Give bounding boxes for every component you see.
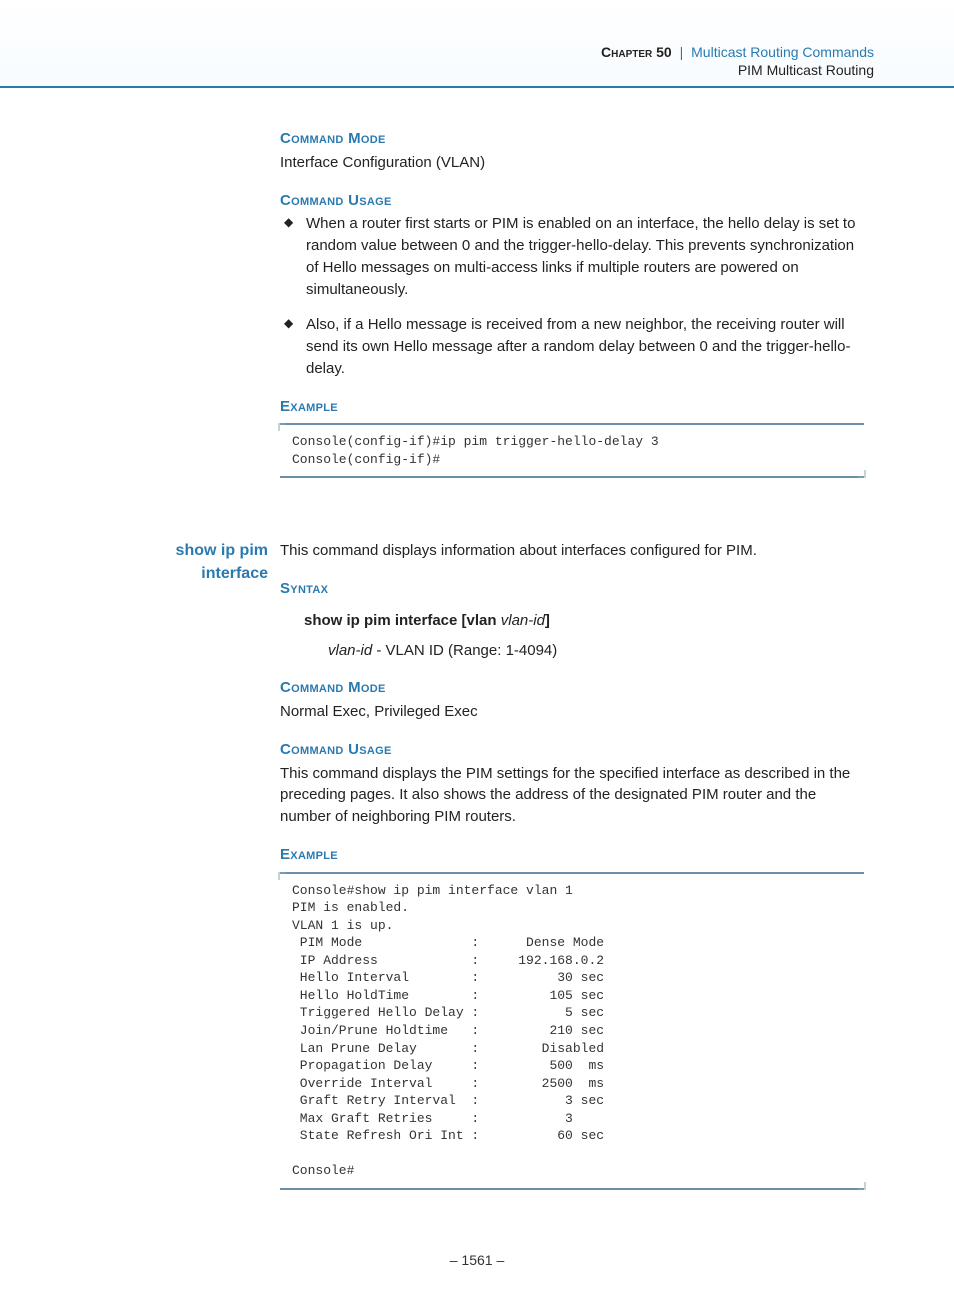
example-code-block: Console(config-if)#ip pim trigger-hello-… [280, 423, 864, 478]
syntax-sub-italic: vlan-id [328, 642, 372, 659]
heading-command-usage: Command Usage [280, 190, 864, 212]
command-name-line1: show ip pim [90, 540, 268, 562]
heading-syntax: Syntax [280, 578, 864, 600]
command-intro: This command displays information about … [280, 540, 864, 562]
usage-bullet-list: When a router first starts or PIM is ena… [280, 213, 864, 379]
page-content: Command Mode Interface Configuration (VL… [0, 88, 954, 1252]
usage-bullet: When a router first starts or PIM is ena… [280, 213, 864, 300]
command-mode-text: Interface Configuration (VLAN) [280, 152, 864, 174]
syntax-bold-1: show ip pim interface [304, 612, 457, 629]
heading-command-mode: Command Mode [280, 128, 864, 150]
heading-command-mode: Command Mode [280, 677, 864, 699]
separator: | [676, 44, 688, 60]
heading-example: Example [280, 396, 864, 418]
usage-bullet: Also, if a Hello message is received fro… [280, 314, 864, 379]
chapter-label: Chapter 50 [601, 44, 672, 60]
page-footer: – 1561 – [0, 1252, 954, 1298]
heading-command-usage: Command Usage [280, 739, 864, 761]
usage-text: This command displays the PIM settings f… [280, 763, 864, 828]
command-name-line2: interface [90, 563, 268, 585]
bracket-close: ] [545, 612, 550, 629]
page-number: – 1561 – [450, 1252, 505, 1268]
example-code-block: Console#show ip pim interface vlan 1 PIM… [280, 872, 864, 1190]
syntax-line: show ip pim interface [vlan vlan-id] [280, 610, 864, 632]
page-header: Chapter 50 | Multicast Routing Commands … [0, 0, 954, 88]
command-mode-text: Normal Exec, Privileged Exec [280, 701, 864, 723]
syntax-bold-2: vlan [467, 612, 497, 629]
header-subtitle: PIM Multicast Routing [0, 62, 874, 78]
heading-example: Example [280, 844, 864, 866]
syntax-sub: vlan-id - VLAN ID (Range: 1-4094) [280, 640, 864, 662]
syntax-optional: vlan-id [501, 612, 545, 629]
header-line1: Chapter 50 | Multicast Routing Commands [0, 44, 874, 60]
chapter-title: Multicast Routing Commands [691, 44, 874, 60]
syntax-sub-rest: - VLAN ID (Range: 1-4094) [372, 642, 557, 659]
